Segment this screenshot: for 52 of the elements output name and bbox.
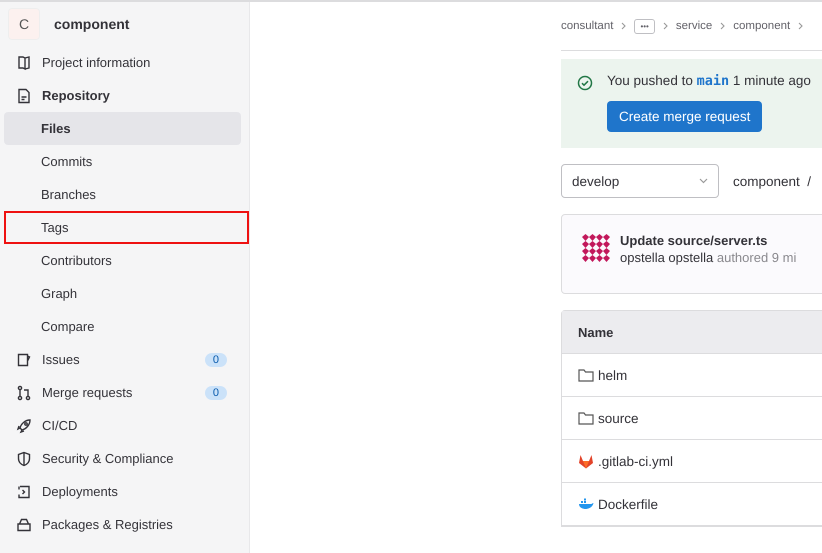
whale-icon <box>578 498 594 510</box>
commit-meta: opstella opstella authored 9 mi <box>620 250 796 265</box>
file-row[interactable]: .gitlab-ci.yml <box>562 440 822 483</box>
project-avatar[interactable]: C <box>8 8 40 40</box>
file-row[interactable]: helm <box>562 354 822 397</box>
folder-icon <box>578 411 594 425</box>
check-circle-icon <box>577 75 593 91</box>
shield-icon <box>16 450 32 466</box>
branch-select[interactable]: develop <box>561 164 719 198</box>
file-row[interactable]: Dockerfile <box>562 483 822 526</box>
book-icon <box>16 54 32 70</box>
folder-icon <box>578 368 594 382</box>
sidebar-item[interactable]: Tags <box>4 211 249 244</box>
chevron-icon <box>662 22 668 30</box>
deployments-icon <box>16 484 32 500</box>
column-header: Name <box>562 311 822 354</box>
fox-logo-icon <box>578 454 594 468</box>
commit-title[interactable]: Update source/server.ts <box>620 233 796 248</box>
sidebar-item[interactable]: Merge requests 0 <box>4 376 241 409</box>
sidebar-item[interactable]: Files <box>4 112 241 145</box>
create-merge-request-button[interactable]: Create merge request <box>607 101 762 132</box>
sidebar-item[interactable]: Security & Compliance <box>4 442 241 475</box>
sidebar-item[interactable]: Compare <box>4 310 241 343</box>
rocket-icon <box>16 418 32 434</box>
chevron-icon <box>720 22 726 30</box>
issues-icon <box>16 352 32 368</box>
sidebar-item[interactable]: Contributors <box>4 244 241 277</box>
more-breadcrumbs-button[interactable]: ••• <box>634 18 655 34</box>
repository-path: component / <box>733 174 812 188</box>
sidebar-item[interactable]: Issues 0 <box>4 343 241 376</box>
breadcrumb-link[interactable]: component <box>733 20 790 32</box>
count-badge: 0 <box>204 352 227 366</box>
merge-request-icon <box>16 384 32 400</box>
document-icon <box>16 88 32 104</box>
chevron-icon <box>798 22 804 30</box>
breadcrumb-link[interactable]: consultant <box>561 20 614 32</box>
sidebar-item[interactable]: Commits <box>4 145 241 178</box>
file-row[interactable]: source <box>562 397 822 440</box>
sidebar-item[interactable]: Graph <box>4 277 241 310</box>
push-message: You pushed to main 1 minute ago <box>607 73 811 89</box>
count-badge: 0 <box>204 386 227 400</box>
sidebar-item[interactable]: Project information <box>4 46 241 79</box>
sidebar-item[interactable]: CI/CD <box>4 409 241 442</box>
sidebar-item[interactable]: Deployments <box>4 475 241 508</box>
sidebar-item[interactable]: Branches <box>4 178 241 211</box>
chevron-down-icon <box>699 178 708 184</box>
package-icon <box>16 516 32 532</box>
project-name[interactable]: component <box>54 16 130 32</box>
chevron-icon <box>621 22 626 30</box>
sidebar-item[interactable]: Repository <box>4 79 241 112</box>
breadcrumb-link[interactable]: service <box>676 20 712 32</box>
sidebar-item[interactable]: Packages & Registries <box>4 508 241 541</box>
